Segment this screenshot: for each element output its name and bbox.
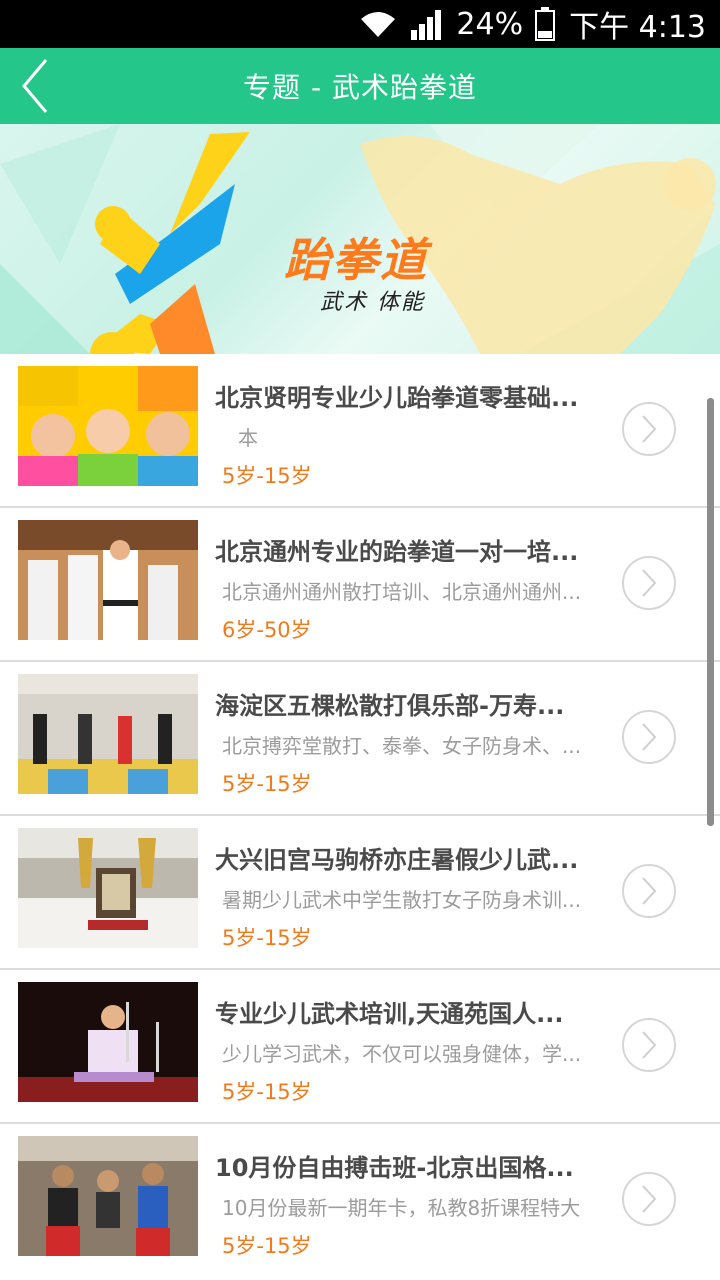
course-list: 北京贤明专业少儿跆拳道零基础... 本 5岁-15岁 北京通州专业的跆拳道一对一… (0, 354, 720, 1278)
item-description: 本 (238, 426, 258, 450)
list-item[interactable]: 10月份自由搏击班-北京出国格... 10月份最新一期年卡，私教8折课程特大 5… (0, 1124, 720, 1278)
detail-arrow-button[interactable] (622, 556, 676, 610)
chevron-right-icon (642, 569, 657, 597)
thumbnail-image (18, 674, 198, 794)
item-age-range: 5岁-15岁 (222, 772, 312, 796)
chevron-left-icon (22, 59, 48, 113)
battery-icon (535, 7, 556, 41)
scrollbar[interactable] (707, 398, 714, 826)
chevron-right-icon (642, 1185, 657, 1213)
thumbnail-image (18, 1136, 198, 1256)
list-item[interactable]: 北京通州专业的跆拳道一对一培... 北京通州通州散打培训、北京通州通州... 6… (0, 508, 720, 662)
detail-arrow-button[interactable] (622, 710, 676, 764)
status-bar: 24% 下午 4:13 (0, 0, 720, 48)
item-description: 北京通州通州散打培训、北京通州通州... (222, 580, 582, 604)
item-description: 少儿学习武术，不仅可以强身健体，学... (222, 1042, 582, 1066)
item-title: 海淀区五棵松散打俱乐部-万寿... (215, 692, 565, 720)
item-age-range: 5岁-15岁 (222, 1234, 312, 1258)
detail-arrow-button[interactable] (622, 402, 676, 456)
thumbnail-image (18, 520, 198, 640)
detail-arrow-button[interactable] (622, 1018, 676, 1072)
chevron-right-icon (642, 877, 657, 905)
item-title: 专业少儿武术培训,天通苑国人... (215, 1000, 564, 1028)
page-title: 专题 - 武术跆拳道 (243, 71, 477, 104)
clock-time: 下午 4:13 (569, 10, 706, 45)
detail-arrow-button[interactable] (622, 864, 676, 918)
chevron-right-icon (642, 723, 657, 751)
item-age-range: 5岁-15岁 (222, 464, 312, 488)
thumbnail-image (18, 982, 198, 1102)
list-item[interactable]: 北京贤明专业少儿跆拳道零基础... 本 5岁-15岁 (0, 354, 720, 508)
item-age-range: 5岁-15岁 (222, 1080, 312, 1104)
detail-arrow-button[interactable] (622, 1172, 676, 1226)
banner: 跆拳道 武术 体能 (0, 124, 720, 354)
list-item[interactable]: 大兴旧宫马驹桥亦庄暑假少儿武... 暑期少儿武术中学生散打女子防身术训... 5… (0, 816, 720, 970)
item-title: 10月份自由搏击班-北京出国格... (215, 1154, 574, 1182)
signal-icon (410, 8, 444, 40)
banner-title: 跆拳道 (284, 233, 428, 287)
item-title: 北京贤明专业少儿跆拳道零基础... (215, 384, 579, 412)
item-title: 北京通州专业的跆拳道一对一培... (215, 538, 579, 566)
chevron-right-icon (642, 415, 657, 443)
list-item[interactable]: 专业少儿武术培训,天通苑国人... 少儿学习武术，不仅可以强身健体，学... 5… (0, 970, 720, 1124)
item-age-range: 6岁-50岁 (222, 618, 312, 642)
banner-subtitle: 武术 体能 (320, 290, 425, 315)
wifi-icon (358, 9, 398, 39)
item-description: 暑期少儿武术中学生散打女子防身术训... (222, 888, 582, 912)
item-description: 北京搏弈堂散打、泰拳、女子防身术、... (222, 734, 582, 758)
list-item[interactable]: 海淀区五棵松散打俱乐部-万寿... 北京搏弈堂散打、泰拳、女子防身术、... 5… (0, 662, 720, 816)
item-age-range: 5岁-15岁 (222, 926, 312, 950)
app-header: 专题 - 武术跆拳道 (0, 48, 720, 124)
item-description: 10月份最新一期年卡，私教8折课程特大 (222, 1196, 581, 1220)
item-title: 大兴旧宫马驹桥亦庄暑假少儿武... (215, 846, 579, 874)
back-button[interactable] (0, 48, 70, 124)
battery-percent: 24% (456, 6, 524, 42)
chevron-right-icon (642, 1031, 657, 1059)
thumbnail-image (18, 828, 198, 948)
thumbnail-image (18, 366, 198, 486)
